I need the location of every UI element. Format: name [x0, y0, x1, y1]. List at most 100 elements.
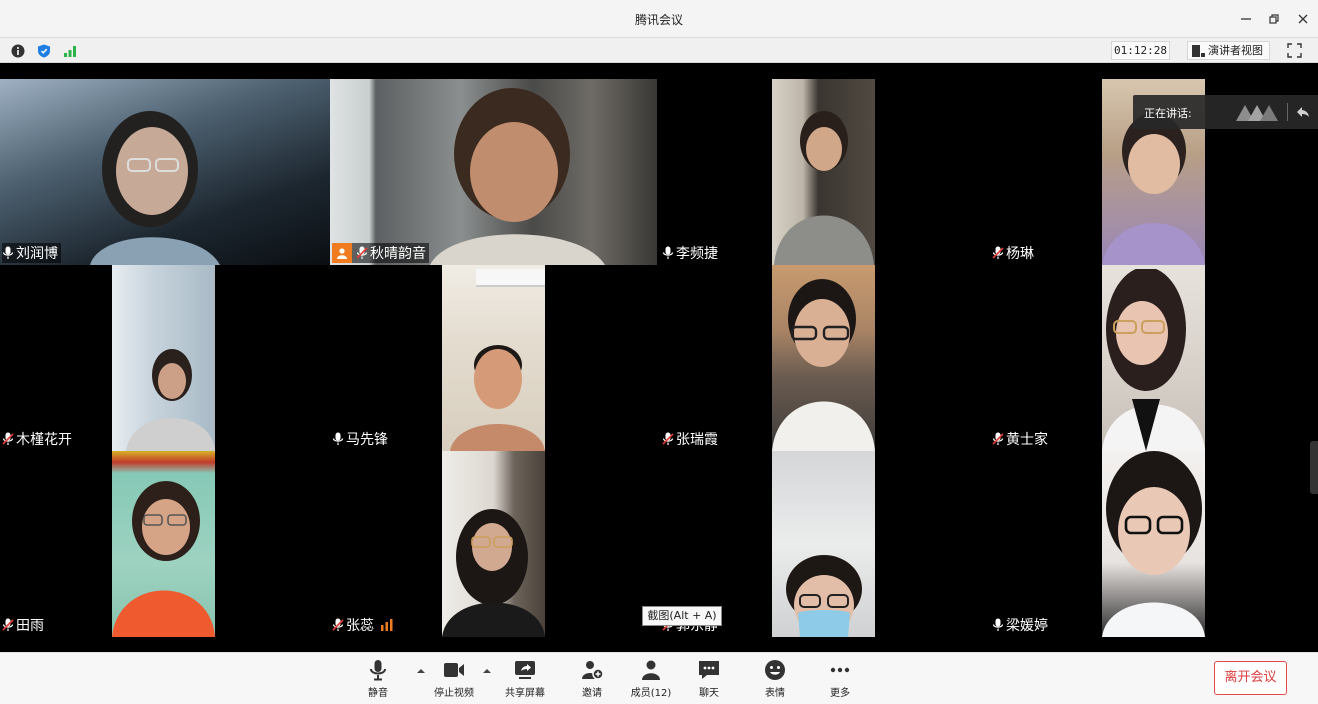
video-feed — [442, 265, 545, 451]
participant-name-label: 马先锋 — [332, 429, 391, 449]
video-options-caret-icon[interactable] — [482, 667, 492, 675]
video-feed — [772, 79, 875, 265]
video-tile[interactable]: 田雨 — [0, 451, 330, 637]
mic-icon — [2, 246, 14, 259]
video-feed — [442, 451, 545, 637]
speaker-avatars — [1236, 105, 1278, 121]
minimize-icon[interactable] — [1236, 9, 1256, 29]
video-tile[interactable]: 李频捷 — [660, 79, 990, 265]
video-tile[interactable]: 梁媛婷 — [990, 451, 1318, 637]
host-icon — [337, 248, 347, 259]
meeting-toolbar: 静音 停止视频 共享屏幕 邀请 成员(12) 聊天 表情 更多 离开会议 — [0, 652, 1318, 704]
mute-button[interactable]: 静音 — [350, 658, 406, 702]
collapse-icon[interactable] — [1295, 104, 1311, 120]
share-screen-icon — [515, 661, 535, 679]
participant-name-label: 田雨 — [2, 615, 47, 635]
video-feed — [772, 265, 875, 451]
more-label: 更多 — [830, 688, 850, 699]
mic-muted-icon — [332, 618, 344, 631]
participant-name: 梁媛婷 — [1006, 618, 1048, 634]
participant-name: 木槿花开 — [16, 432, 72, 448]
restore-icon[interactable] — [1264, 9, 1284, 29]
mic-muted-icon — [356, 246, 368, 259]
signal-icon[interactable] — [63, 43, 77, 57]
video-feed — [112, 265, 215, 451]
invite-user-icon — [582, 661, 604, 680]
video-tile[interactable]: 秋晴韵音 — [330, 79, 660, 265]
participant-name: 刘润博 — [16, 246, 58, 262]
participant-name-label: 秋晴韵音 — [332, 243, 429, 263]
video-tile[interactable]: 张瑞霞 — [660, 265, 990, 451]
video-tile[interactable]: 张蕊 — [330, 451, 660, 637]
emoji-icon — [765, 660, 785, 680]
participant-name: 田雨 — [16, 618, 44, 634]
mic-muted-icon — [2, 618, 14, 631]
layout-icon — [1192, 44, 1205, 57]
shield-icon[interactable] — [37, 43, 51, 58]
speaker-view-label: 演讲者视图 — [1208, 44, 1263, 57]
video-feed — [330, 79, 657, 265]
video-tile[interactable]: 刘润博 — [0, 79, 330, 265]
air-conditioner — [476, 269, 545, 287]
close-icon[interactable] — [1293, 9, 1313, 29]
participant-name-label: 黄士家 — [992, 429, 1051, 449]
video-feed — [772, 451, 875, 637]
participant-name: 秋晴韵音 — [370, 246, 426, 262]
meeting-window: 腾讯会议 01:12:28 演讲者视图 刘润博 秋晴韵音 李频捷 杨琳 木槿花开… — [0, 0, 1318, 704]
info-bar: 01:12:28 演讲者视图 — [0, 38, 1318, 63]
participant-name: 张蕊 — [346, 618, 374, 634]
chat-icon — [699, 661, 719, 679]
invite-button[interactable]: 邀请 — [564, 658, 620, 702]
mute-label: 静音 — [368, 688, 388, 699]
chat-label: 聊天 — [699, 688, 719, 699]
speaking-label: 正在讲话: — [1144, 107, 1192, 120]
participant-name-label: 张蕊 — [332, 615, 397, 635]
share-screen-label: 共享屏幕 — [505, 688, 545, 699]
reactions-label: 表情 — [765, 688, 785, 699]
speaking-indicator: 正在讲话: — [1133, 95, 1318, 129]
reactions-button[interactable]: 表情 — [747, 658, 803, 702]
mute-options-caret-icon[interactable] — [416, 667, 426, 675]
title-bar: 腾讯会议 — [0, 0, 1318, 38]
chat-button[interactable]: 聊天 — [681, 658, 737, 702]
mic-muted-icon — [2, 432, 14, 445]
window-title: 腾讯会议 — [634, 13, 683, 27]
side-panel-handle[interactable] — [1310, 441, 1318, 494]
video-feed — [0, 79, 330, 265]
participant-name-label: 杨琳 — [992, 243, 1037, 263]
screenshot-tooltip: 截图(Alt + A) — [642, 606, 722, 626]
participant-name-label: 木槿花开 — [2, 429, 75, 449]
leave-meeting-button[interactable]: 离开会议 — [1214, 661, 1287, 695]
audio-level-icon — [381, 619, 393, 631]
video-tile[interactable]: 马先锋 — [330, 265, 660, 451]
mic-muted-icon — [992, 246, 1004, 259]
fullscreen-icon[interactable] — [1286, 42, 1303, 59]
members-button[interactable]: 成员(12) — [623, 658, 679, 702]
video-feed — [1102, 265, 1205, 451]
mic-icon — [332, 432, 344, 445]
video-tile[interactable]: 黄士家 — [990, 265, 1318, 451]
video-camera-icon — [444, 663, 464, 677]
info-icon[interactable] — [11, 43, 25, 58]
video-feed — [1102, 451, 1205, 637]
host-badge — [332, 243, 352, 263]
more-button[interactable]: 更多 — [812, 658, 868, 702]
video-grid: 刘润博 秋晴韵音 李频捷 杨琳 木槿花开 马先锋 张瑞霞 黄士家 田雨 张蕊 郭… — [0, 64, 1318, 652]
participant-name: 张瑞霞 — [676, 432, 718, 448]
stop-video-label: 停止视频 — [434, 688, 474, 699]
invite-label: 邀请 — [582, 688, 602, 699]
speaker-view-button[interactable]: 演讲者视图 — [1187, 41, 1270, 60]
participant-name: 马先锋 — [346, 432, 388, 448]
stop-video-button[interactable]: 停止视频 — [426, 658, 482, 702]
members-label: 成员(12) — [630, 688, 672, 699]
share-screen-button[interactable]: 共享屏幕 — [497, 658, 553, 702]
mic-muted-icon — [992, 432, 1004, 445]
more-icon — [830, 667, 850, 673]
participant-name: 杨琳 — [1006, 246, 1034, 262]
meeting-timer: 01:12:28 — [1111, 41, 1170, 60]
mic-icon — [992, 618, 1004, 631]
divider — [1287, 103, 1288, 121]
members-icon — [642, 660, 660, 680]
video-tile[interactable]: 木槿花开 — [0, 265, 330, 451]
participant-name-label: 李频捷 — [662, 243, 721, 263]
